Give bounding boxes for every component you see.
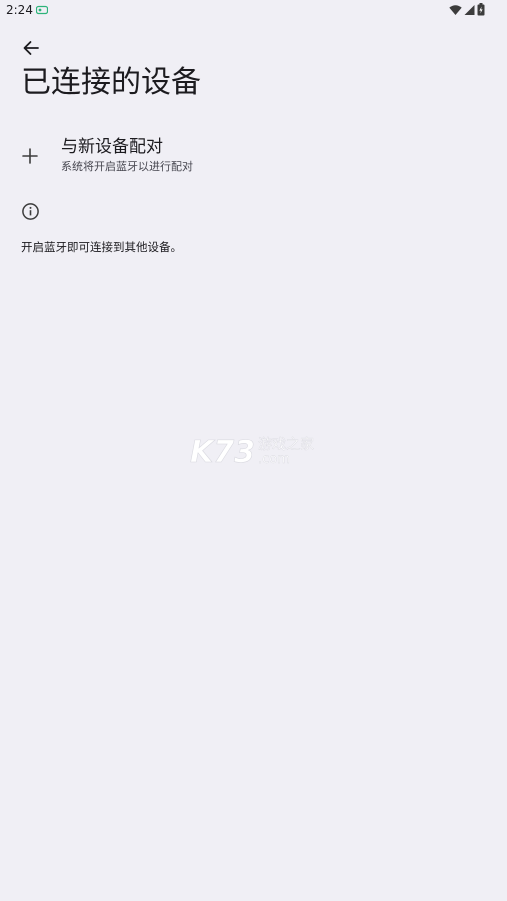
battery-icon	[477, 3, 485, 16]
app-notification-icon	[36, 5, 48, 15]
watermark-line2: .com	[258, 452, 290, 467]
status-icons	[449, 3, 485, 16]
plus-icon	[22, 148, 38, 164]
screen: 2:24 已连接的设备 与新设备配对 系统将开启蓝牙以进行配对 开启蓝牙即可连接…	[0, 0, 507, 901]
pair-new-device-summary: 系统将开启蓝牙以进行配对	[61, 160, 193, 173]
back-button[interactable]	[19, 36, 43, 60]
page-title: 已连接的设备	[21, 65, 201, 100]
k73-watermark-logo: K73 游戏之家 .com	[190, 435, 314, 468]
back-arrow-icon	[23, 41, 39, 55]
info-icon	[22, 203, 39, 220]
status-time: 2:24	[6, 3, 33, 17]
wifi-icon	[449, 4, 462, 15]
pair-new-device-title: 与新设备配对	[61, 137, 163, 157]
watermark-logo-text: K73	[190, 435, 255, 468]
status-bar: 2:24	[0, 0, 507, 22]
bluetooth-info-text: 开启蓝牙即可连接到其他设备。	[21, 240, 182, 254]
cell-signal-icon	[464, 4, 475, 15]
watermark-line1: 游戏之家	[258, 436, 314, 453]
pair-new-device-item[interactable]: 与新设备配对 系统将开启蓝牙以进行配对	[0, 128, 507, 182]
